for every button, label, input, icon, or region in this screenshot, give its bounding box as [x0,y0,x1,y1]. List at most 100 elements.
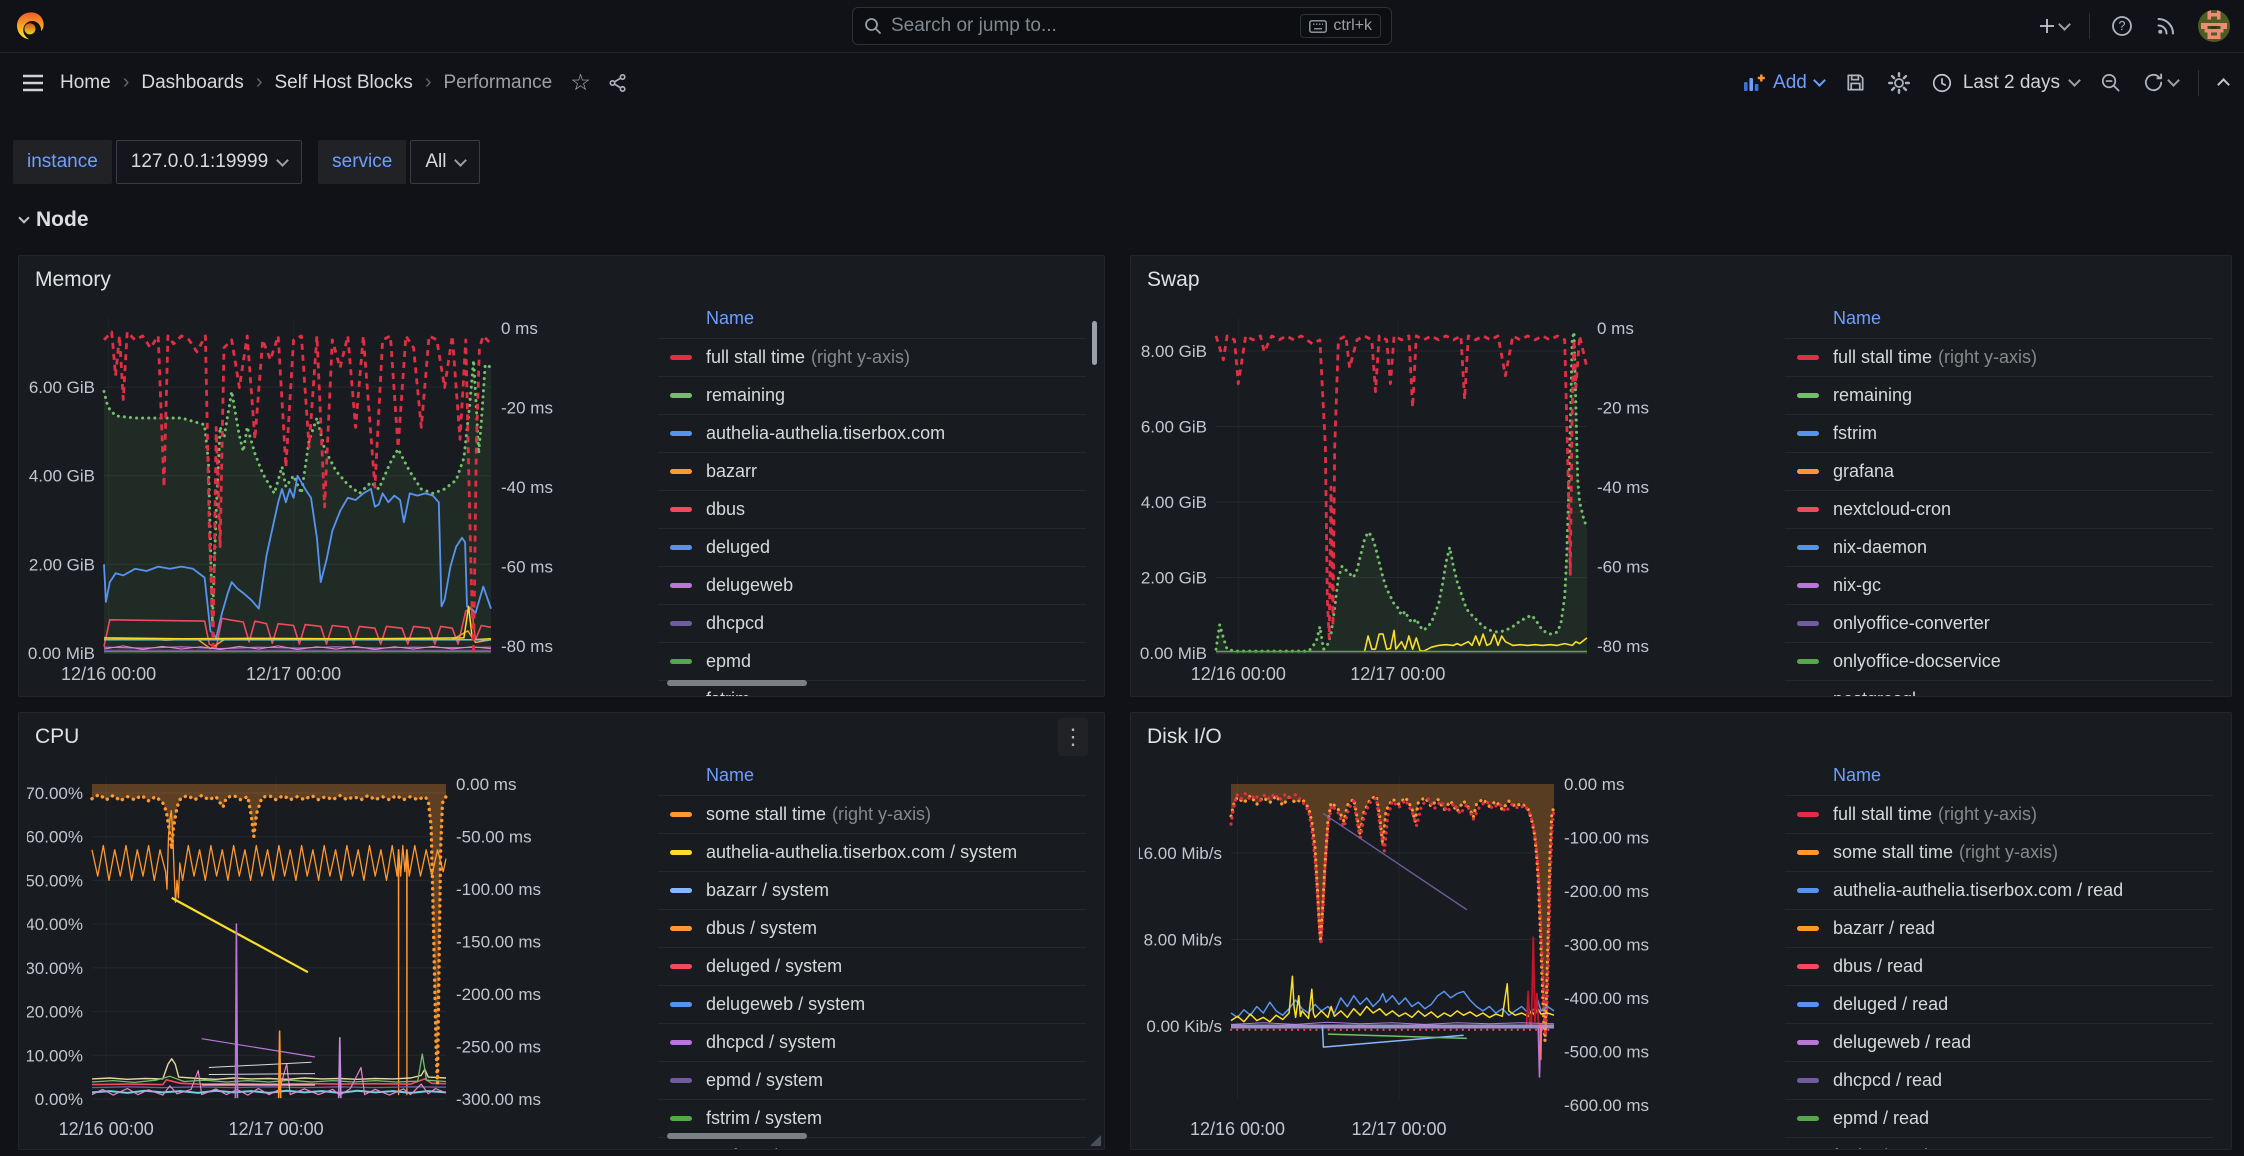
grafana-logo-icon[interactable] [14,11,44,41]
collapse-toolbar-button[interactable] [2219,76,2228,89]
legend-item[interactable]: remaining [1785,376,2213,414]
share-button[interactable] [607,72,629,94]
dashboard-settings-button[interactable] [1887,71,1911,95]
legend-item[interactable]: dbus / system [658,909,1086,947]
swap-chart[interactable]: 0.00 MiB2.00 GiB4.00 GiB6.00 GiB8.00 GiB… [1139,304,1785,690]
legend-item[interactable]: remaining [658,376,1086,414]
divider [2198,70,2199,96]
memory-chart[interactable]: 0.00 MiB2.00 GiB4.00 GiB6.00 GiB0 ms-20 … [27,304,658,690]
time-range-picker[interactable]: Last 2 days [1931,72,2079,94]
legend-item[interactable]: epmd / system [658,1061,1086,1099]
legend-item[interactable]: onlyoffice-converter [1785,604,2213,642]
legend-item[interactable]: dhcpcd / read [1785,1061,2213,1099]
legend-swatch [1797,1116,1819,1121]
legend-vertical-scrollbar[interactable] [1092,321,1097,365]
legend-item[interactable]: bazarr / read [1785,909,2213,947]
legend-label: full stall time [1833,804,1932,825]
news-button[interactable] [2154,14,2178,38]
legend-swatch [1797,469,1819,474]
svg-text:-100.00 ms: -100.00 ms [456,880,541,899]
legend-horizontal-scrollbar[interactable] [667,680,807,686]
svg-text:0.00 MiB: 0.00 MiB [28,644,95,663]
legend-label: fstrim / system [706,1108,822,1129]
menu-toggle-button[interactable] [22,74,44,92]
legend-item[interactable]: delugeweb / read [1785,1023,2213,1061]
legend-item[interactable]: delugeweb / system [658,985,1086,1023]
variable-instance-select[interactable]: 127.0.0.1:19999 [116,140,302,184]
legend-item[interactable]: fstrim / read [1785,1137,2213,1150]
legend-item[interactable]: deluged / system [658,947,1086,985]
favorite-star-icon[interactable]: ☆ [570,71,591,94]
legend-label: onlyoffice-docservice [1833,651,2001,672]
svg-text:6.00 GiB: 6.00 GiB [1141,418,1207,437]
legend-item[interactable]: fstrim / system [658,1099,1086,1137]
legend-label: delugeweb / system [706,994,865,1015]
help-button[interactable]: ? [2110,14,2134,38]
legend-label: remaining [1833,385,1912,406]
legend-item[interactable]: nextcloud-cron [1785,490,2213,528]
legend-item[interactable]: nix-daemon [1785,528,2213,566]
breadcrumb-folder[interactable]: Self Host Blocks [274,72,412,94]
legend-item[interactable]: dhcpcd [658,604,1086,642]
svg-text:12/16 00:00: 12/16 00:00 [61,664,156,684]
legend-label: authelia-authelia.tiserbox.com [706,423,945,444]
legend-item[interactable]: fstrim [1785,414,2213,452]
legend-item[interactable]: authelia-authelia.tiserbox.com / read [1785,871,2213,909]
panel-header[interactable]: Memory [19,256,1104,304]
legend-item[interactable]: full stall time(right y-axis) [658,338,1086,376]
legend-item[interactable]: authelia-authelia.tiserbox.com [658,414,1086,452]
row-node-toggle[interactable]: Node [20,208,89,232]
legend-item[interactable]: some stall time(right y-axis) [658,795,1086,833]
legend-item[interactable]: bazarr / system [658,871,1086,909]
legend-item[interactable]: deluged / read [1785,985,2213,1023]
shortcut-badge: ctrl+k [1300,14,1381,38]
disk-io-chart[interactable]: 0.00 Kib/s8.00 Mib/s16.00 Mib/s0.00 ms-1… [1139,761,1785,1143]
series-white-diag-2 [209,1074,315,1075]
refresh-button[interactable] [2142,71,2178,94]
panel-header[interactable]: Disk I/O [1131,713,2231,761]
legend-item[interactable]: onlyoffice-docservice [1785,642,2213,680]
legend-item[interactable]: delugeweb [658,566,1086,604]
legend-horizontal-scrollbar[interactable] [667,1133,807,1139]
breadcrumb-dashboards[interactable]: Dashboards [141,72,243,94]
user-avatar[interactable] [2198,10,2230,42]
panel-header[interactable]: CPU ⋮ [19,713,1104,761]
save-dashboard-button[interactable] [1844,71,1867,94]
legend-item[interactable]: deluged [658,528,1086,566]
legend-swatch [670,926,692,931]
svg-text:60.00%: 60.00% [27,828,83,847]
legend-item[interactable]: epmd / read [1785,1099,2213,1137]
legend-item[interactable]: epmd [658,642,1086,680]
panel-resize-handle[interactable] [1090,1135,1101,1146]
cpu-chart[interactable]: 0.00%10.00%20.00%30.00%40.00%50.00%60.00… [27,761,658,1143]
zoom-out-time-button[interactable] [2099,71,2122,94]
chevron-down-icon [455,154,468,167]
search-input[interactable]: Search or jump to... ctrl+k [852,7,1392,45]
legend-item[interactable]: nix-gc [1785,566,2213,604]
add-panel-button[interactable]: Add [1743,72,1824,94]
breadcrumb: Home › Dashboards › Self Host Blocks › P… [60,71,552,94]
legend-item[interactable]: dhcpcd / system [658,1023,1086,1061]
legend-item[interactable]: grafana [1785,452,2213,490]
breadcrumb-home[interactable]: Home [60,72,111,94]
legend-label: authelia-authelia.tiserbox.com / system [706,842,1017,863]
legend-item[interactable]: postgresql [1785,680,2213,697]
variable-service-label[interactable]: service [318,140,406,184]
legend-item[interactable]: full stall time(right y-axis) [1785,338,2213,376]
variable-instance-label[interactable]: instance [13,140,112,184]
legend-item[interactable]: some stall time(right y-axis) [1785,833,2213,871]
svg-text:0.00 ms: 0.00 ms [1564,775,1624,794]
svg-text:0.00%: 0.00% [35,1090,83,1109]
legend-swatch [670,1002,692,1007]
legend-label: nextcloud-cron [1833,499,1951,520]
panel-header[interactable]: Swap [1131,256,2231,304]
legend-item[interactable]: dbus / read [1785,947,2213,985]
legend-item[interactable]: full stall time(right y-axis) [1785,795,2213,833]
legend-item[interactable]: dbus [658,490,1086,528]
new-button[interactable] [2038,17,2069,35]
variable-service-select[interactable]: All [410,140,480,184]
legend-item[interactable]: bazarr [658,452,1086,490]
legend-item[interactable]: authelia-authelia.tiserbox.com / system [658,833,1086,871]
legend-label: deluged [706,537,770,558]
panel-menu-button[interactable]: ⋮ [1058,718,1088,756]
